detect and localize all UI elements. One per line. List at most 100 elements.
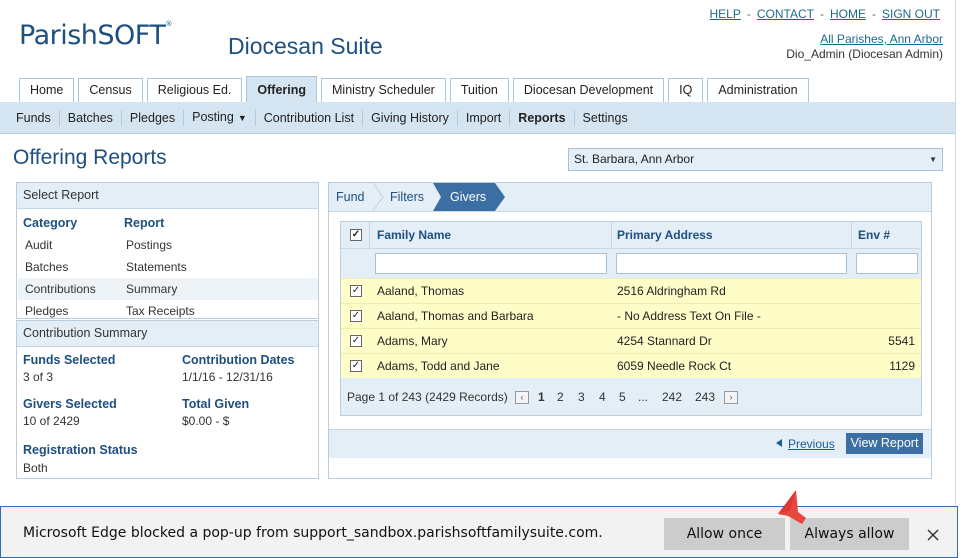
category-pledges[interactable]: Pledges: [25, 300, 68, 322]
subtab-giving-history[interactable]: Giving History: [363, 109, 458, 126]
view-report-button[interactable]: View Report: [846, 433, 923, 454]
page-number[interactable]: 4: [599, 385, 606, 410]
step-givers[interactable]: Givers: [450, 183, 486, 211]
row-checkbox[interactable]: ✓: [350, 335, 362, 347]
parish-select[interactable]: St. Barbara, Ann Arbor ▼: [568, 148, 943, 171]
report-postings[interactable]: Postings: [126, 234, 172, 256]
previous-arrow-icon: [776, 439, 782, 447]
page-number[interactable]: 243: [695, 385, 715, 410]
window-edge: [955, 0, 962, 506]
wizard-steps: Fund Filters Givers: [329, 183, 931, 212]
contribution-summary-panel: Contribution Summary Funds Selected 3 of…: [16, 320, 319, 479]
link-separator: -: [871, 7, 876, 21]
link-separator: -: [746, 7, 751, 21]
row-checkbox[interactable]: ✓: [350, 285, 362, 297]
step-fund[interactable]: Fund: [336, 183, 365, 211]
registration-status-label: Registration Status: [23, 443, 138, 457]
row-checkbox[interactable]: ✓: [350, 310, 362, 322]
subtab-pledges[interactable]: Pledges: [122, 109, 185, 126]
page-title: Offering Reports: [13, 146, 167, 169]
address-cell: - No Address Text On File -: [617, 309, 761, 323]
tab-census[interactable]: Census: [78, 78, 143, 102]
subtab-funds[interactable]: Funds: [8, 109, 60, 126]
close-icon[interactable]: [921, 523, 945, 547]
logo-text-soft: SOFT: [97, 20, 166, 51]
category-batches[interactable]: Batches: [25, 256, 68, 278]
column-header-env-number[interactable]: Env #: [852, 222, 921, 248]
logo-registered-mark: ®: [165, 20, 172, 28]
registration-status-value: Both: [23, 461, 48, 475]
primary-address-filter-input[interactable]: [616, 253, 847, 274]
page-number[interactable]: 2: [557, 385, 564, 410]
subtab-settings[interactable]: Settings: [575, 110, 636, 126]
tab-diocesan-development[interactable]: Diocesan Development: [512, 78, 665, 102]
parishsoft-logo[interactable]: ParishSOFT®: [19, 20, 172, 51]
suite-title: Diocesan Suite: [228, 33, 383, 59]
chevron-down-icon: ▼: [237, 113, 247, 123]
subtab-batches[interactable]: Batches: [60, 109, 122, 126]
family-name-filter-input[interactable]: [375, 253, 607, 274]
family-name-cell: Adams, Todd and Jane: [377, 359, 500, 373]
report-row: Pledges Tax Receipts: [18, 300, 318, 322]
givers-panel: Fund Filters Givers ✓ Family Name Primar…: [328, 182, 932, 479]
previous-link[interactable]: Previous: [788, 437, 835, 451]
column-header-family-name[interactable]: Family Name: [370, 222, 612, 248]
category-contributions[interactable]: Contributions: [25, 278, 96, 300]
table-row[interactable]: ✓ Aaland, Thomas and Barbara - No Addres…: [341, 303, 921, 328]
step-filters[interactable]: Filters: [390, 183, 424, 211]
dropdown-arrow-icon: ▼: [929, 155, 937, 164]
select-all-checkbox[interactable]: ✓: [350, 229, 362, 241]
env-cell: 5541: [888, 334, 915, 348]
category-audit[interactable]: Audit: [25, 234, 52, 256]
tab-offering[interactable]: Offering: [246, 76, 317, 102]
next-page-icon[interactable]: ›: [724, 391, 738, 404]
sign-out-link[interactable]: SIGN OUT: [882, 7, 940, 21]
tab-iq[interactable]: IQ: [668, 78, 704, 102]
tab-tuition[interactable]: Tuition: [449, 78, 509, 102]
total-given-label: Total Given: [182, 397, 250, 411]
tab-administration[interactable]: Administration: [707, 78, 809, 102]
subtab-contribution-list[interactable]: Contribution List: [256, 109, 364, 126]
subtab-reports[interactable]: Reports: [510, 109, 575, 126]
report-row-selected: Contributions Summary: [18, 278, 318, 300]
contribution-dates-label: Contribution Dates: [182, 353, 295, 367]
panel-heading: Contribution Summary: [17, 321, 318, 347]
help-link[interactable]: HELP: [710, 7, 741, 21]
page-number[interactable]: 5: [619, 385, 626, 410]
page-number[interactable]: 242: [662, 385, 682, 410]
tab-religious-ed[interactable]: Religious Ed.: [146, 78, 243, 102]
pager-summary: Page 1 of 243 (2429 Records): [347, 390, 508, 404]
table-row[interactable]: ✓ Aaland, Thomas 2516 Aldringham Rd: [341, 278, 921, 303]
table-row[interactable]: ✓ Adams, Mary 4254 Stannard Dr 5541: [341, 328, 921, 353]
prev-page-icon[interactable]: ‹: [515, 391, 529, 404]
table-row[interactable]: ✓ Adams, Todd and Jane 6059 Needle Rock …: [341, 353, 921, 378]
category-column-header: Category: [23, 216, 78, 230]
tab-home[interactable]: Home: [19, 78, 75, 102]
subtab-import[interactable]: Import: [458, 109, 511, 126]
page-number-current[interactable]: 1: [538, 385, 545, 410]
popup-blocked-message: Microsoft Edge blocked a pop-up from sup…: [23, 525, 603, 541]
row-checkbox[interactable]: ✓: [350, 360, 362, 372]
env-cell: 1129: [889, 359, 915, 373]
report-row: Batches Statements: [18, 256, 318, 278]
column-header-primary-address[interactable]: Primary Address: [612, 222, 852, 248]
tab-ministry-scheduler[interactable]: Ministry Scheduler: [321, 78, 446, 102]
givers-grid: ✓ Family Name Primary Address Env # ✓ Aa…: [340, 221, 922, 416]
panel-heading: Select Report: [17, 183, 318, 209]
grid-filter-row: [341, 249, 921, 277]
report-summary[interactable]: Summary: [126, 278, 177, 300]
family-name-cell: Adams, Mary: [377, 334, 448, 348]
top-links: HELP - CONTACT - HOME - SIGN OUT: [707, 7, 943, 21]
home-link[interactable]: HOME: [830, 7, 866, 21]
env-number-filter-input[interactable]: [856, 253, 918, 274]
report-tax-receipts[interactable]: Tax Receipts: [126, 300, 195, 322]
subtab-posting[interactable]: Posting ▼: [184, 109, 256, 126]
all-parishes-link[interactable]: All Parishes, Ann Arbor: [820, 32, 943, 46]
report-statements[interactable]: Statements: [126, 256, 187, 278]
page-number[interactable]: 3: [578, 385, 585, 410]
allow-once-button[interactable]: Allow once: [664, 518, 785, 550]
report-column-header: Report: [124, 216, 165, 230]
annotation-arrow-icon: [778, 490, 806, 524]
contact-link[interactable]: CONTACT: [757, 7, 814, 21]
address-cell: 6059 Needle Rock Ct: [617, 359, 732, 373]
